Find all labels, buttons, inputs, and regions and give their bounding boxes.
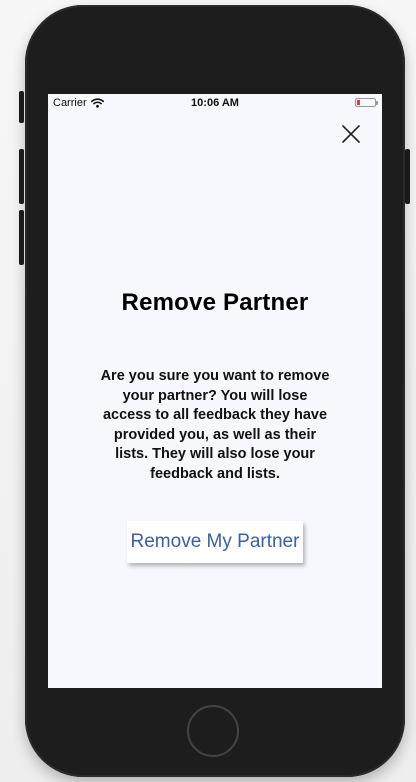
home-button[interactable] — [187, 705, 239, 757]
status-bar: Carrier 10:06 AM — [48, 94, 382, 112]
status-time: 10:06 AM — [191, 97, 239, 109]
close-icon — [342, 125, 360, 143]
screen: Carrier 10:06 AM Remove Partner Are you … — [48, 94, 382, 688]
volume-up-button — [19, 149, 24, 204]
battery-level — [357, 100, 360, 105]
close-button[interactable] — [340, 123, 362, 145]
mute-switch — [19, 91, 24, 123]
battery-low-icon — [355, 98, 378, 107]
remove-my-partner-button[interactable]: Remove My Partner — [127, 521, 303, 563]
dialog-title: Remove Partner — [121, 289, 309, 316]
power-button — [405, 149, 410, 204]
dialog-message: Are you sure you want to remove your par… — [100, 368, 330, 482]
volume-down-button — [19, 210, 24, 265]
stage: Carrier 10:06 AM Remove Partner Are you … — [0, 0, 416, 782]
